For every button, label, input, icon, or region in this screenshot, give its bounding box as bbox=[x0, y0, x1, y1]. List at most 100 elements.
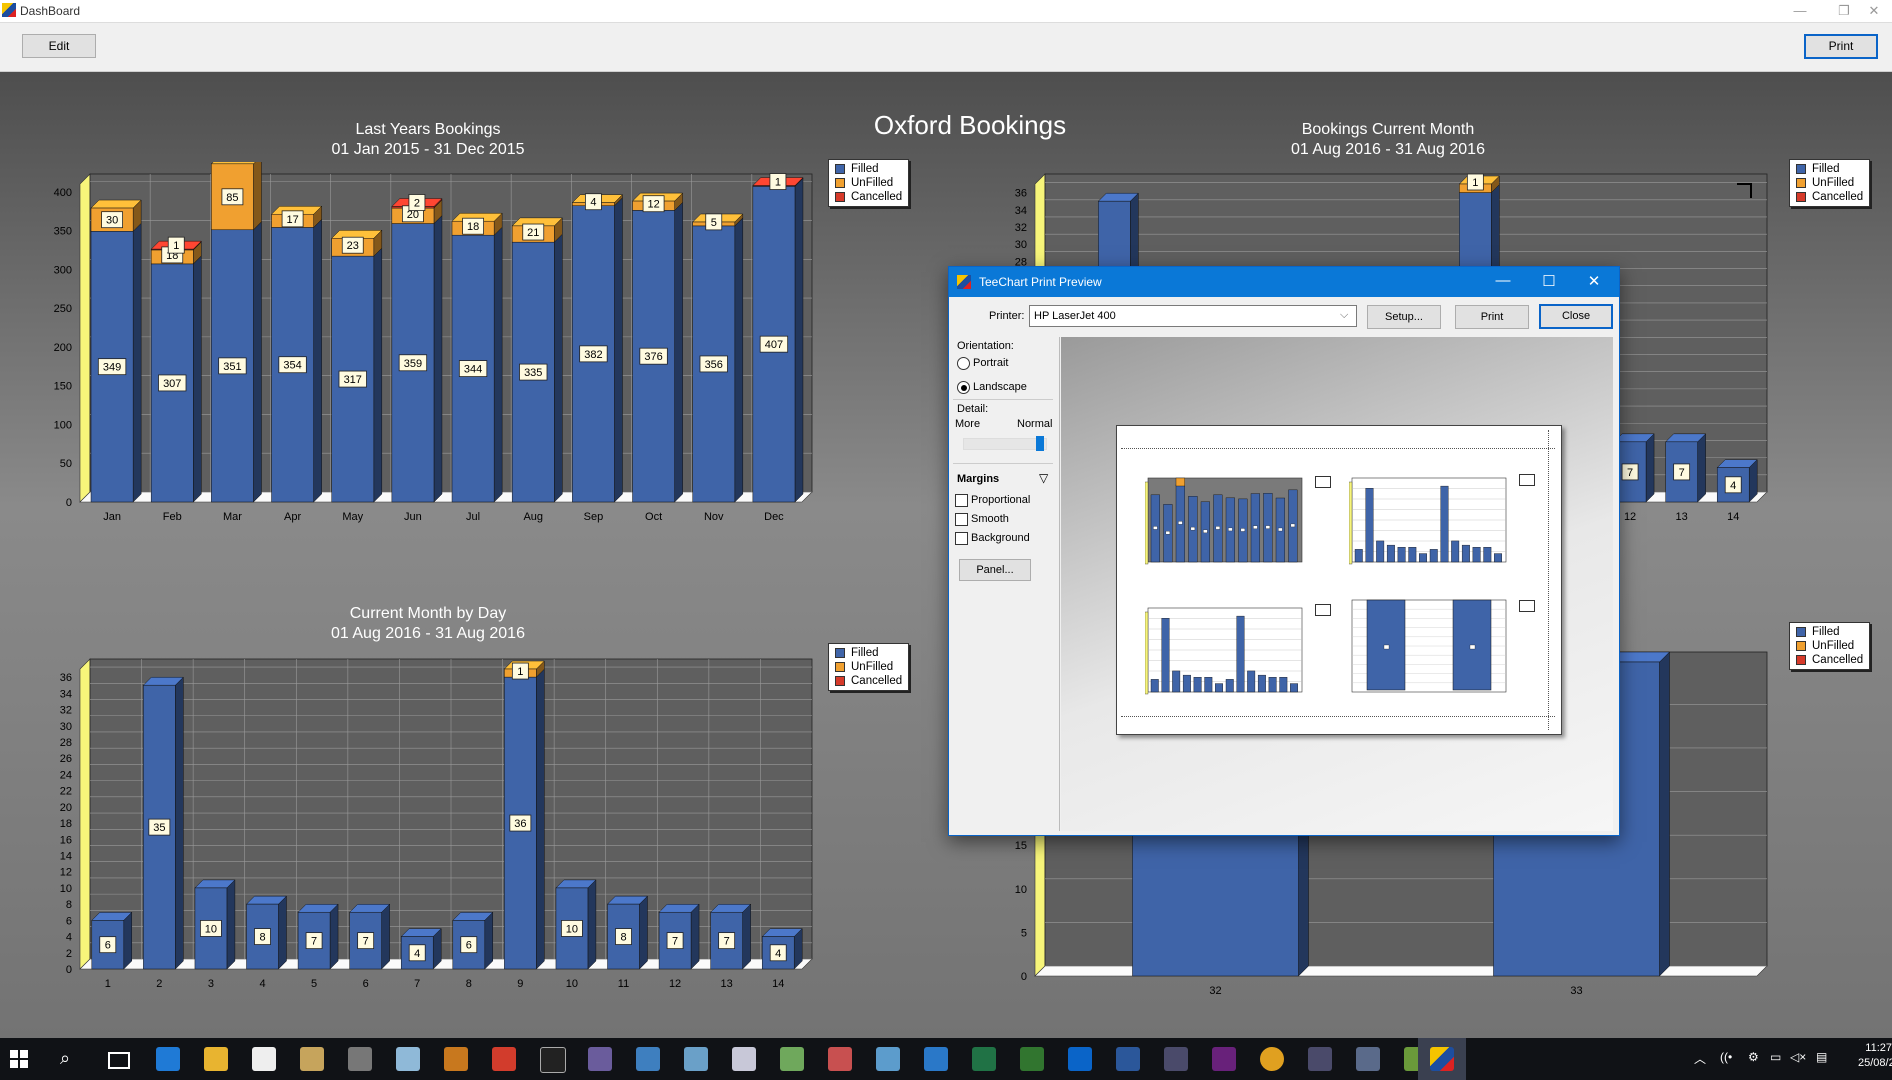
unfilled-swatch bbox=[1796, 640, 1806, 651]
triangle-down-icon[interactable]: ▽ bbox=[1039, 471, 1048, 485]
chrome-icon[interactable] bbox=[1260, 1047, 1284, 1071]
app-icon[interactable] bbox=[588, 1047, 612, 1071]
y-tick-label: 50 bbox=[60, 458, 72, 470]
thumb-bar bbox=[1483, 547, 1492, 563]
x-tick-label: 2 bbox=[156, 978, 162, 990]
y-tick-label: 0 bbox=[66, 964, 72, 976]
volume-icon[interactable]: ◁× bbox=[1790, 1050, 1806, 1064]
y-tick-label: 36 bbox=[1015, 188, 1027, 200]
data-label: 1 bbox=[775, 177, 781, 189]
app-icon[interactable] bbox=[1164, 1047, 1188, 1071]
legend-thumb-icon bbox=[1519, 474, 1535, 486]
printer-value: HP LaserJet 400 bbox=[1034, 310, 1116, 322]
app-icon[interactable] bbox=[444, 1047, 468, 1071]
app-icon[interactable] bbox=[828, 1047, 852, 1071]
search-icon[interactable]: ⌕ bbox=[60, 1048, 70, 1069]
x-tick-label: 13 bbox=[721, 978, 733, 990]
panel-button[interactable]: Panel... bbox=[959, 559, 1031, 581]
dialog-close-icon[interactable]: ✕ bbox=[1574, 272, 1614, 290]
task-view-icon[interactable] bbox=[108, 1052, 130, 1069]
excel-icon[interactable] bbox=[972, 1047, 996, 1071]
data-label: 12 bbox=[647, 199, 659, 211]
landscape-radio[interactable] bbox=[957, 381, 970, 394]
visual-studio-icon[interactable] bbox=[1212, 1047, 1236, 1071]
app-icon[interactable] bbox=[876, 1047, 900, 1071]
data-label: 6 bbox=[105, 940, 111, 952]
x-tick-label: Feb bbox=[163, 511, 182, 523]
wifi-icon[interactable]: ((• bbox=[1720, 1050, 1732, 1064]
y-tick-label: 32 bbox=[60, 705, 72, 717]
app-icon[interactable] bbox=[492, 1047, 516, 1071]
app-icon[interactable] bbox=[732, 1047, 756, 1071]
data-label: 376 bbox=[644, 351, 662, 363]
thumb-label bbox=[1203, 529, 1208, 534]
app-icon[interactable] bbox=[684, 1047, 708, 1071]
tray-chevron-icon[interactable]: ︿ bbox=[1694, 1050, 1706, 1067]
dialog-minimize-button[interactable]: — bbox=[1483, 272, 1523, 289]
outlook-icon[interactable] bbox=[1068, 1047, 1092, 1071]
data-label: 17 bbox=[286, 214, 298, 226]
print-button[interactable]: Print bbox=[1804, 34, 1878, 59]
edge-icon[interactable] bbox=[156, 1047, 180, 1071]
legend-item-cancelled: Cancelled bbox=[1796, 190, 1863, 204]
setup-button[interactable]: Setup... bbox=[1367, 305, 1441, 329]
notepad-icon[interactable] bbox=[396, 1047, 420, 1071]
data-label: 8 bbox=[620, 932, 626, 944]
y-tick-label: 300 bbox=[54, 264, 72, 276]
legend-thumb-icon bbox=[1519, 600, 1535, 612]
preview-area bbox=[1061, 337, 1613, 831]
window-titlebar: DashBoard — ❐ ✕ bbox=[0, 0, 1892, 23]
thumb-label bbox=[1215, 526, 1221, 530]
data-label: 2 bbox=[414, 197, 420, 209]
app-icon[interactable] bbox=[780, 1047, 804, 1071]
data-label: 10 bbox=[566, 923, 578, 935]
close-window-button[interactable]: ✕ bbox=[1856, 0, 1892, 22]
chart-current-month-by-day: 0246810121416182022242628303234366135210… bbox=[60, 658, 813, 990]
tools-icon[interactable] bbox=[300, 1047, 324, 1071]
network-icon[interactable]: ⚙ bbox=[1748, 1050, 1759, 1064]
file-explorer-icon[interactable] bbox=[204, 1047, 228, 1071]
project-icon[interactable] bbox=[1020, 1047, 1044, 1071]
dialog-close-button[interactable]: Close bbox=[1539, 304, 1613, 329]
y-tick-label: 34 bbox=[60, 688, 72, 700]
terminal-icon[interactable] bbox=[540, 1047, 566, 1073]
smooth-checkbox[interactable] bbox=[955, 513, 968, 526]
detail-slider[interactable] bbox=[963, 436, 1047, 451]
app-icon[interactable] bbox=[1356, 1047, 1380, 1071]
windows-start-icon[interactable] bbox=[10, 1050, 28, 1068]
x-tick-label: 3 bbox=[208, 978, 214, 990]
background-checkbox[interactable] bbox=[955, 532, 968, 545]
dialog-titlebar: TeeChart Print Preview — ☐ ✕ bbox=[949, 267, 1619, 297]
detail-slider-thumb[interactable] bbox=[1036, 436, 1044, 451]
y-tick-label: 2 bbox=[66, 948, 72, 960]
word-icon[interactable] bbox=[1116, 1047, 1140, 1071]
y-tick-label: 150 bbox=[54, 381, 72, 393]
unfilled-swatch bbox=[1796, 177, 1806, 188]
y-tick-label: 24 bbox=[60, 769, 72, 781]
dialog-print-button[interactable]: Print bbox=[1455, 305, 1529, 329]
calculator-icon[interactable] bbox=[348, 1047, 372, 1071]
portrait-radio[interactable] bbox=[957, 357, 970, 370]
ie-icon[interactable] bbox=[924, 1047, 948, 1071]
app-icon[interactable] bbox=[636, 1047, 660, 1071]
dialog-maximize-button[interactable]: ☐ bbox=[1529, 272, 1569, 290]
bar-filled-side bbox=[536, 668, 545, 970]
y-tick-label: 0 bbox=[1021, 971, 1027, 983]
printer-select[interactable]: HP LaserJet 400 ⌵ bbox=[1029, 305, 1357, 327]
thumb-bar bbox=[1193, 677, 1202, 693]
preview-page[interactable] bbox=[1116, 425, 1562, 735]
dashboard-app-icon[interactable] bbox=[1430, 1047, 1454, 1071]
bar-filled-side bbox=[123, 911, 133, 970]
minimize-button[interactable]: — bbox=[1778, 0, 1822, 22]
bar-filled-side bbox=[381, 903, 390, 970]
proportional-checkbox[interactable] bbox=[955, 494, 968, 507]
notifications-icon[interactable]: ▤ bbox=[1816, 1050, 1827, 1064]
store-icon[interactable] bbox=[252, 1047, 276, 1071]
y-tick-label: 30 bbox=[60, 721, 72, 733]
battery-icon[interactable]: ▭ bbox=[1770, 1050, 1781, 1064]
thumb-label bbox=[1278, 527, 1283, 532]
legend-label: Cancelled bbox=[1812, 654, 1864, 666]
edit-button[interactable]: Edit bbox=[22, 34, 96, 58]
app-icon[interactable] bbox=[1308, 1047, 1332, 1071]
bar-filled-side bbox=[175, 676, 184, 970]
